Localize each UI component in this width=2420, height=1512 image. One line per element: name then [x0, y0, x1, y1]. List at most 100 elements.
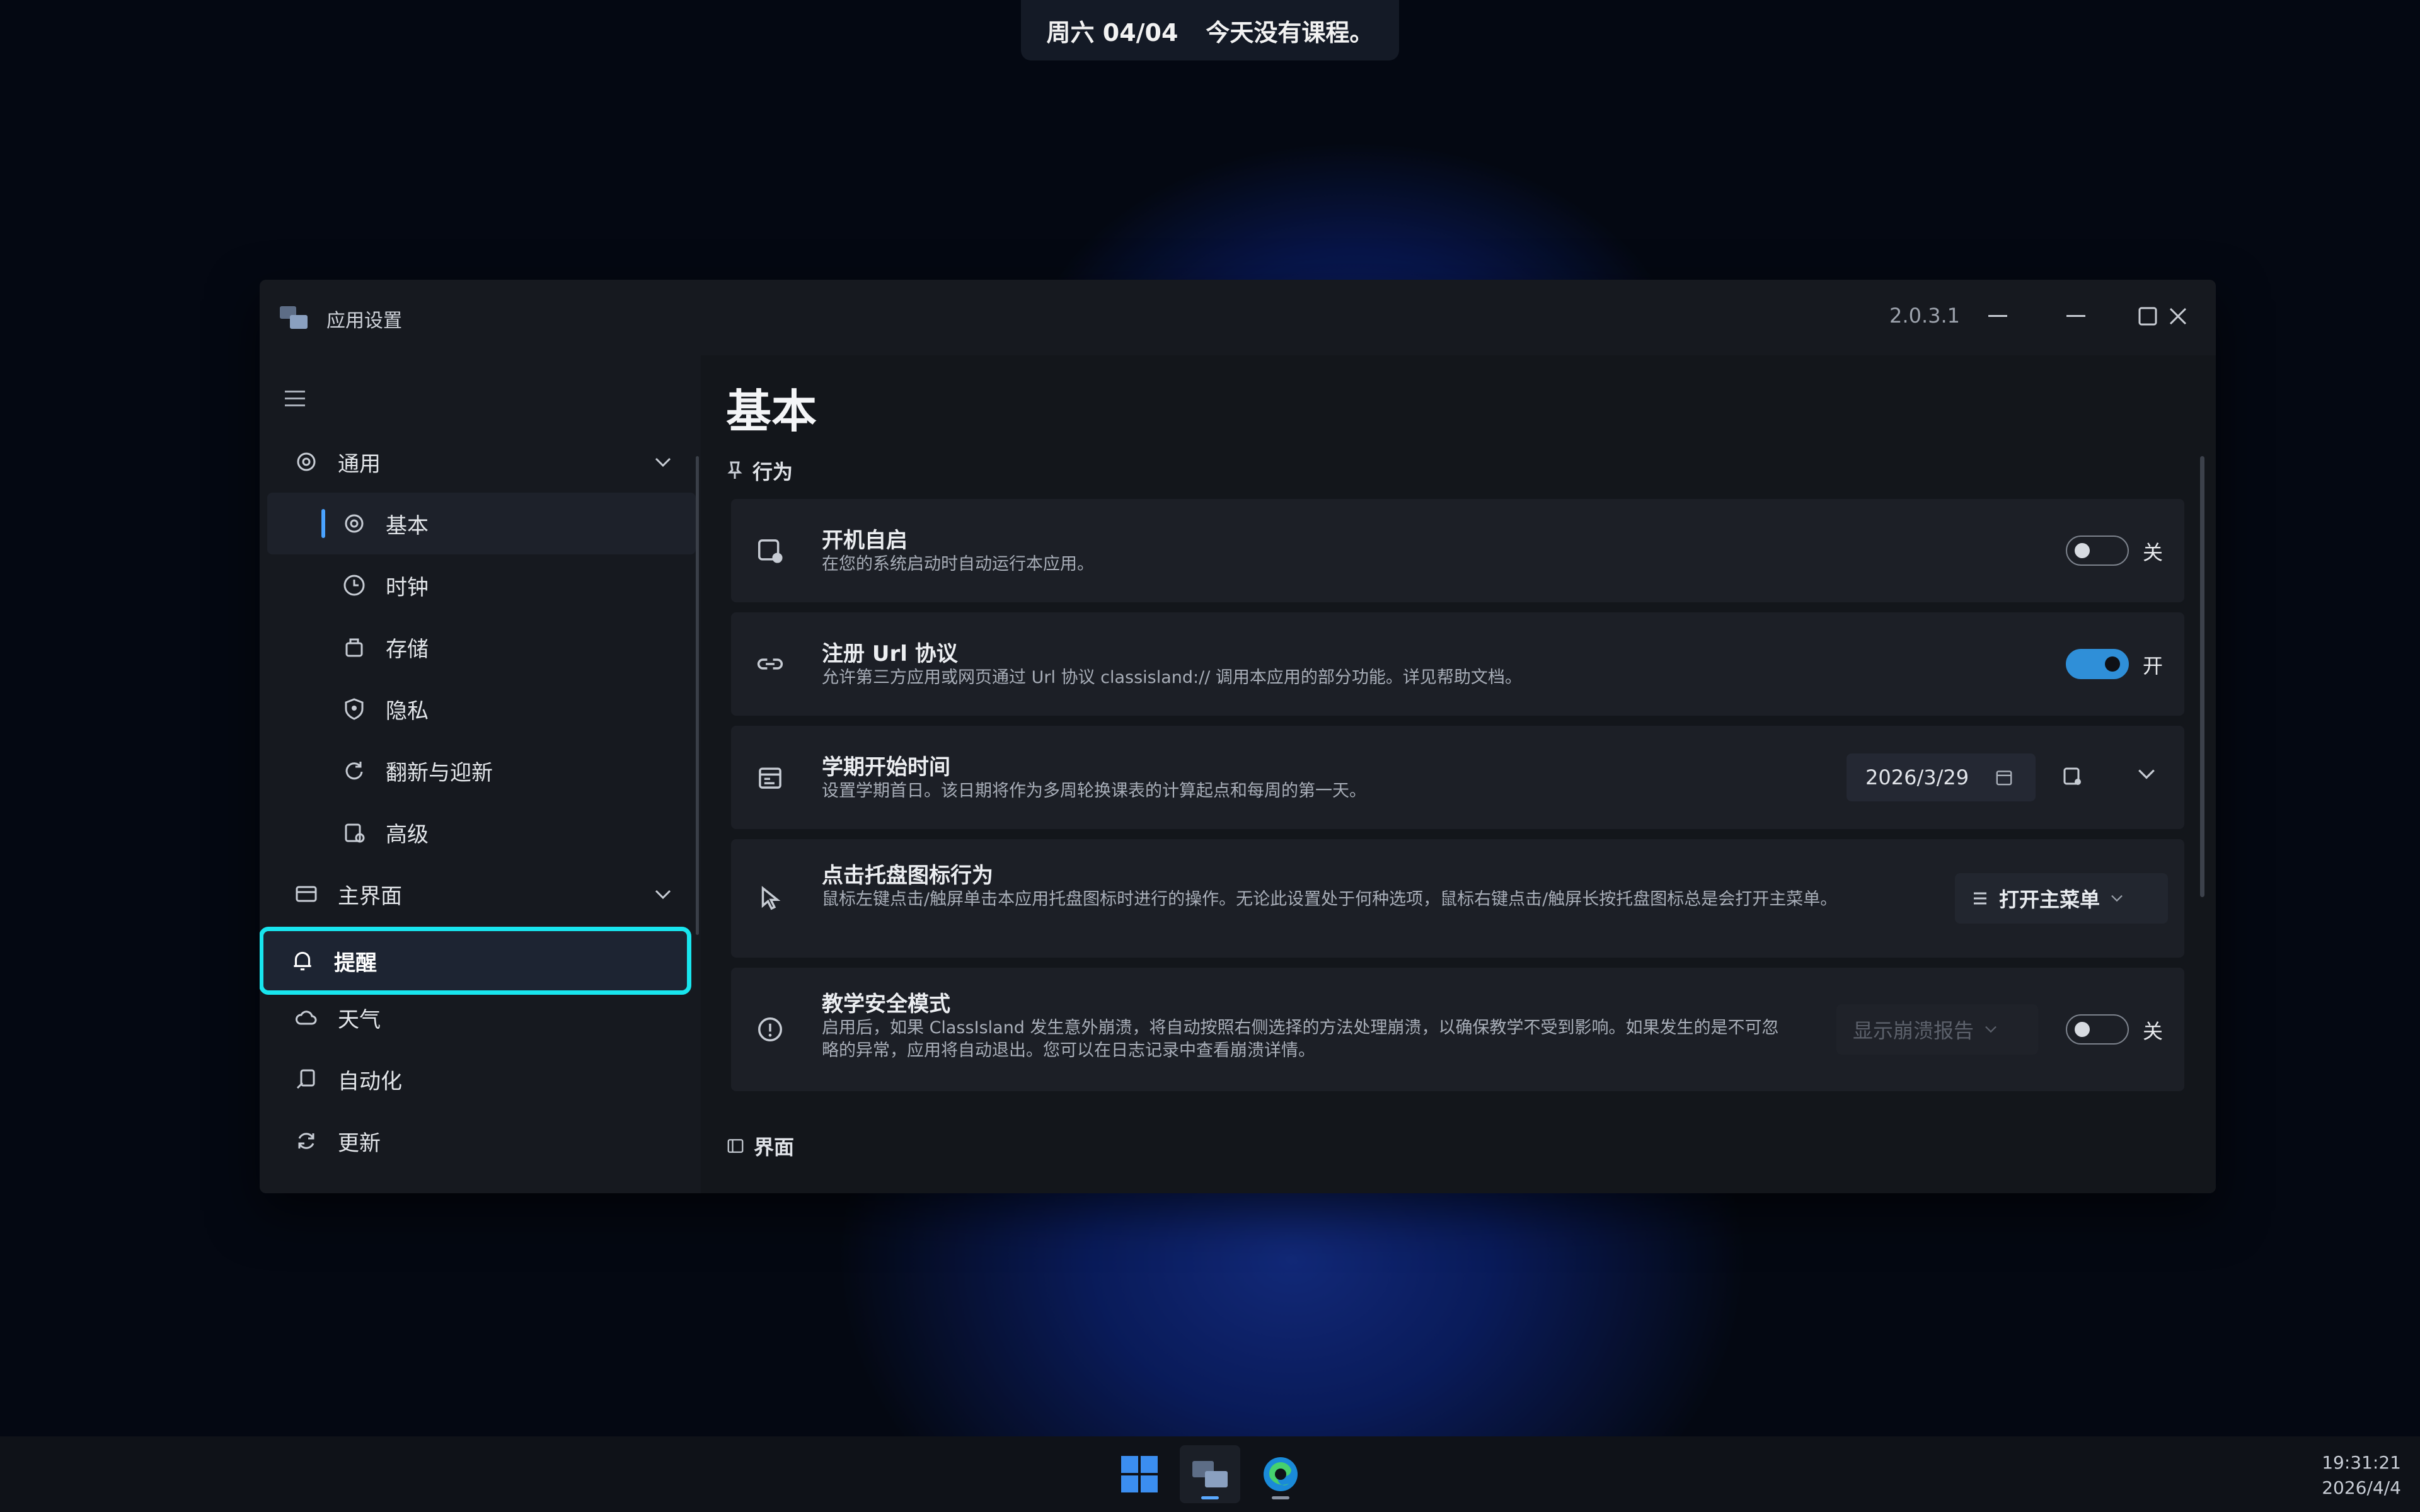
app-icon	[1192, 1461, 1228, 1487]
sidebar-item-label: 通用	[338, 451, 381, 477]
sidebar-item-storage[interactable]: 存储	[267, 616, 696, 678]
sidebar-item-advanced[interactable]: 高级	[267, 801, 696, 863]
safe-mode-toggle[interactable]	[2066, 1014, 2129, 1045]
semester-date-value: 2026/3/29	[1865, 765, 1969, 789]
sidebar: 通用 基本 时钟 存储 隐私 翻新与迎新 高级 主界面 提醒 天气 自动化 更新	[260, 355, 699, 1193]
sidebar-item-clock[interactable]: 时钟	[267, 554, 696, 616]
sidebar-item-weather[interactable]: 天气	[267, 987, 696, 1048]
setting-description: 启用后，如果 ClassIsland 发生意外崩溃，将自动按照右侧选择的方法处理…	[822, 1018, 1779, 1060]
close-button[interactable]	[2153, 296, 2203, 336]
app-icon	[280, 306, 308, 329]
window-title: 应用设置	[326, 310, 402, 332]
setting-description: 在您的系统启动时自动运行本应用。	[822, 554, 1094, 574]
sidebar-item-label: 更新	[338, 1130, 381, 1156]
edge-browser-icon	[1264, 1457, 1298, 1491]
section-label: 界面	[754, 1135, 795, 1159]
date-action-icon[interactable]	[2060, 764, 2087, 791]
setting-card-safe-mode: 教学安全模式 启用后，如果 ClassIsland 发生意外崩溃，将自动按照右侧…	[731, 968, 2184, 1091]
section-header-ui: 界面	[726, 1131, 794, 1160]
sidebar-scrollbar[interactable]	[696, 456, 699, 935]
setting-card-tray-behavior: 点击托盘图标行为 鼠标左键点击/触屏单击本应用托盘图标时进行的操作。无论此设置处…	[731, 839, 2184, 958]
semester-date-picker[interactable]: 2026/3/29	[1847, 753, 2036, 801]
page-title: 基本	[726, 385, 817, 438]
taskbar-app-edge[interactable]	[1250, 1445, 1311, 1503]
banner-date: 周六 04/04	[1046, 18, 1178, 47]
expand-chevron-icon[interactable]	[2136, 767, 2162, 786]
setting-description: 允许第三方应用或网页通过 Url 协议 classisland:// 调用本应用…	[822, 668, 1522, 687]
autostart-icon	[754, 534, 786, 567]
taskbar-app-classisland[interactable]	[1180, 1445, 1240, 1503]
clock-time: 19:31:21	[2322, 1452, 2401, 1473]
sidebar-item-label: 时钟	[386, 575, 429, 600]
sidebar-item-label: 翻新与迎新	[386, 760, 493, 786]
update-icon	[287, 1122, 325, 1160]
main-content: 基本 行为 开机自启 在您的系统启动时自动运行本应用。 关 注册 Url 协议 …	[701, 355, 2216, 1193]
sidebar-item-privacy[interactable]: 隐私	[267, 678, 696, 740]
start-button[interactable]	[1109, 1445, 1170, 1503]
section-header-behavior: 行为	[726, 456, 793, 485]
chevron-down-icon	[1985, 1026, 1997, 1033]
pin-icon	[727, 461, 742, 479]
sidebar-item-general[interactable]: 通用	[267, 431, 696, 493]
setting-title: 学期开始时间	[822, 755, 950, 780]
hamburger-menu-button[interactable]	[285, 391, 310, 410]
gear-icon	[287, 443, 325, 481]
toggle-state-label: 关	[2143, 541, 2164, 564]
sidebar-item-label: 主界面	[338, 883, 402, 909]
weather-icon	[287, 999, 325, 1036]
tray-behavior-dropdown[interactable]: 打开主菜单	[1955, 873, 2168, 924]
storage-icon	[335, 628, 373, 666]
sidebar-item-automation[interactable]: 自动化	[267, 1048, 696, 1110]
banner-message: 今天没有课程。	[1206, 18, 1374, 47]
minimize-icon	[2066, 315, 2085, 317]
dropdown-selected-value: 显示崩溃报告	[1853, 1019, 1974, 1043]
calendar-picker-icon	[1996, 770, 2012, 786]
sidebar-item-label: 天气	[338, 1007, 381, 1033]
sidebar-item-refresh[interactable]: 翻新与迎新	[267, 740, 696, 801]
top-schedule-banner: 周六 04/04 今天没有课程。	[1021, 0, 1399, 60]
url-protocol-toggle[interactable]	[2066, 649, 2129, 679]
sidebar-item-label: 自动化	[338, 1068, 402, 1094]
sidebar-item-main-ui[interactable]: 主界面	[267, 863, 696, 925]
toggle-state-label: 开	[2143, 654, 2164, 678]
setting-title: 注册 Url 协议	[822, 641, 958, 667]
chevron-down-icon[interactable]	[650, 882, 676, 907]
clock-date: 2026/4/4	[2322, 1477, 2401, 1498]
setting-description: 设置学期首日。该日期将作为多周轮换课表的计算起点和每周的第一天。	[822, 781, 1366, 801]
minimize-button[interactable]	[2051, 296, 2101, 336]
version-label: 2.0.3.1	[1889, 304, 1960, 328]
system-clock[interactable]: 19:31:21 2026/4/4	[2322, 1450, 2401, 1501]
extra-minimize-button[interactable]	[1973, 296, 2023, 336]
sidebar-item-label: 高级	[386, 822, 429, 847]
autostart-toggle[interactable]	[2066, 536, 2129, 566]
setting-card-autostart: 开机自启 在您的系统启动时自动运行本应用。 关	[731, 499, 2184, 602]
link-icon	[754, 648, 786, 680]
setting-title: 教学安全模式	[822, 992, 950, 1017]
toggle-state-label: 关	[2143, 1019, 2164, 1043]
title-bar[interactable]: 应用设置 2.0.3.1	[260, 280, 2216, 355]
close-icon	[2169, 307, 2187, 325]
section-label: 行为	[752, 460, 793, 484]
setting-card-url-protocol: 注册 Url 协议 允许第三方应用或网页通过 Url 协议 classislan…	[731, 612, 2184, 716]
sidebar-item-reminder[interactable]: 提醒	[260, 927, 691, 995]
crash-handling-dropdown[interactable]: 显示崩溃报告	[1836, 1004, 2038, 1055]
cursor-click-icon	[754, 882, 786, 915]
advanced-icon	[335, 813, 373, 851]
sidebar-item-basic[interactable]: 基本	[267, 493, 696, 554]
setting-card-semester-start: 学期开始时间 设置学期首日。该日期将作为多周轮换课表的计算起点和每周的第一天。 …	[731, 726, 2184, 829]
sidebar-item-label: 存储	[386, 636, 429, 662]
minimize-icon	[1988, 315, 2007, 317]
windows-logo-icon	[1121, 1456, 1158, 1492]
taskbar: 19:31:21 2026/4/4	[0, 1436, 2420, 1512]
setting-title: 开机自启	[822, 528, 908, 553]
sidebar-item-label: 基本	[386, 513, 429, 539]
info-icon	[754, 1013, 786, 1046]
chevron-down-icon[interactable]	[650, 450, 676, 475]
settings-window: 应用设置 2.0.3.1 通用 基本 时钟 存储 隐私 翻新与迎新 高级 主界面…	[260, 280, 2216, 1193]
window-icon	[287, 875, 325, 913]
sidebar-item-label: 隐私	[386, 698, 429, 724]
list-icon	[1974, 892, 1986, 905]
refresh-icon	[335, 752, 373, 789]
main-scrollbar[interactable]	[2200, 456, 2204, 897]
sidebar-item-update[interactable]: 更新	[267, 1110, 696, 1172]
